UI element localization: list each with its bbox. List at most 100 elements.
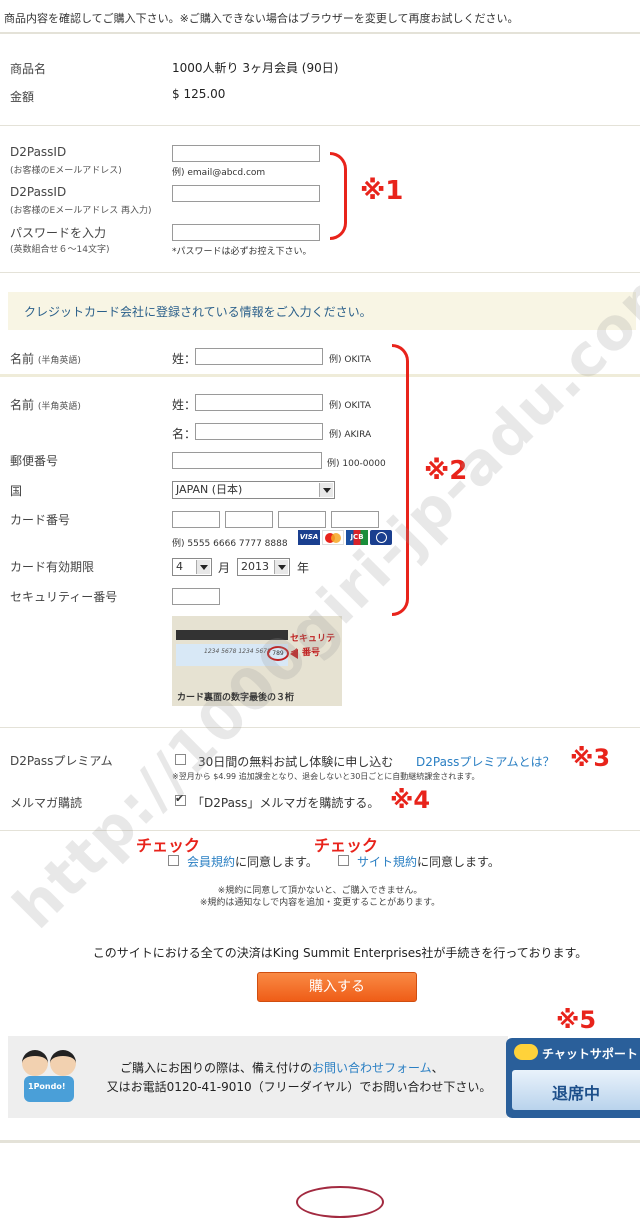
expiry-label: カード有効期限 xyxy=(10,560,95,574)
password-input[interactable] xyxy=(172,224,320,241)
expiry-month-select[interactable]: 4 xyxy=(172,558,212,576)
annotation-1: ※1 xyxy=(360,176,404,206)
help-box xyxy=(8,1036,508,1118)
cvv-input[interactable] xyxy=(172,588,220,605)
member-terms-row: 会員規約に同意します。 xyxy=(187,853,318,870)
premium-checkbox[interactable] xyxy=(175,754,186,765)
member-terms-checkbox[interactable] xyxy=(168,855,179,866)
d2passid-confirm-sublabel: (お客様のEメールアドレス 再入力) xyxy=(10,206,152,216)
password-label: パスワードを入力 xyxy=(10,226,107,240)
card-mei-hint: 例) AKIRA xyxy=(329,430,372,440)
card-sei-label: 姓： xyxy=(172,398,197,412)
product-name-value: 1000人斬り 3ヶ月会員 (90日) xyxy=(172,61,339,75)
product-price-value: $ 125.00 xyxy=(172,87,226,101)
chat-support-title: チャットサポート xyxy=(542,1047,638,1061)
password-sublabel: (英数組合せ６〜14文字) xyxy=(10,245,110,255)
premium-note: ※翌月から $4.99 追加課金となり、退会しないと30日ごとに自動継続課金され… xyxy=(172,772,480,781)
mascot-image: 1Pondo! xyxy=(18,1046,82,1108)
d2passid-label: D2PassID xyxy=(10,145,67,159)
chevron-down-icon xyxy=(196,560,210,574)
diners-logo-icon xyxy=(370,530,392,545)
card-mei-input[interactable] xyxy=(195,423,323,440)
visa-logo-icon: VISA xyxy=(298,530,320,545)
footer-logo xyxy=(296,1186,384,1218)
country-select[interactable]: JAPAN (日本) xyxy=(172,481,335,499)
expiry-year-value: 2013 xyxy=(241,560,269,573)
chat-bubble-icon xyxy=(514,1044,538,1060)
annotation-bracket-2 xyxy=(392,344,409,616)
cvv-img-label-2: 番号 xyxy=(302,648,321,658)
name-top-label: 名前 (半角英語) xyxy=(10,350,81,367)
help-text-1a: ご購入にお困りの際は、備え付けの xyxy=(120,1061,313,1075)
card-info-banner-text: クレジットカード会社に登録されている情報をご入力ください。 xyxy=(24,305,372,319)
mastercard-logo-icon xyxy=(322,530,344,545)
name-top-sublabel: (半角英語) xyxy=(37,356,81,366)
card-name-label-text: 名前 xyxy=(10,398,35,412)
card-number-input-4[interactable] xyxy=(331,511,379,528)
mailmag-text: 「D2Pass」メルマガを購読する。 xyxy=(192,796,380,810)
expiry-year-unit: 年 xyxy=(297,561,310,575)
contact-form-link[interactable]: お問い合わせフォーム xyxy=(312,1061,432,1075)
card-back-stripe xyxy=(176,630,288,640)
buy-button[interactable]: 購入する xyxy=(257,972,417,1002)
divider xyxy=(0,32,640,34)
name-top-sei: 姓： xyxy=(172,352,197,366)
premium-text: 30日間の無料お試し体験に申し込む xyxy=(198,755,394,769)
settlement-text: このサイトにおける全ての決済はKing Summit Enterprises社が… xyxy=(92,946,588,960)
checkmark-icon: ✔ xyxy=(175,792,185,805)
product-name-label: 商品名 xyxy=(10,62,47,76)
annotation-4: ※4 xyxy=(390,786,431,814)
cvv-help-image: 1234 5678 1234 5678 789 セキュリティ 番号 カード裏面の… xyxy=(172,616,342,706)
d2passid-hint: 例) email@abcd.com xyxy=(172,168,266,178)
card-number-input-1[interactable] xyxy=(172,511,220,528)
card-number-hint: 例) 5555 6666 7777 8888 xyxy=(172,539,288,549)
card-name-sublabel: (半角英語) xyxy=(37,402,81,412)
annotation-3: ※3 xyxy=(570,744,611,772)
divider xyxy=(0,374,640,377)
country-select-value: JAPAN (日本) xyxy=(176,483,243,496)
expiry-month-value: 4 xyxy=(176,560,183,573)
help-line-2: 又はお電話0120-41-9010（フリーダイヤル）でお問い合わせ下さい。 xyxy=(106,1080,492,1094)
member-terms-agree: に同意します。 xyxy=(235,855,318,869)
divider xyxy=(0,125,640,126)
d2passid-sublabel: (お客様のEメールアドレス) xyxy=(10,166,122,176)
product-price-label: 金額 xyxy=(10,90,35,104)
diners-circle xyxy=(376,532,387,543)
zip-hint: 例) 100-0000 xyxy=(327,459,386,469)
divider xyxy=(0,830,640,831)
d2passid-confirm-label: D2PassID xyxy=(10,185,67,199)
d2passid-input[interactable] xyxy=(172,145,320,162)
terms-note-2: ※規約は通知なしで内容を追加・変更することがあります。 xyxy=(199,898,441,908)
card-number-input-3[interactable] xyxy=(278,511,326,528)
card-brand-logos: VISA JCB xyxy=(298,530,394,545)
zip-input[interactable] xyxy=(172,452,322,469)
card-name-label: 名前 (半角英語) xyxy=(10,396,81,413)
name-top-label-text: 名前 xyxy=(10,352,35,366)
name-top-sei-input[interactable] xyxy=(195,348,323,365)
annotation-2: ※2 xyxy=(424,456,468,486)
card-sei-input[interactable] xyxy=(195,394,323,411)
chevron-down-icon xyxy=(319,483,333,497)
site-terms-link[interactable]: サイト規約 xyxy=(357,855,417,869)
premium-info-link[interactable]: D2Passプレミアムとは？ xyxy=(416,753,555,770)
expiry-year-select[interactable]: 2013 xyxy=(237,558,290,576)
expiry-month-unit: 月 xyxy=(218,561,231,575)
chevron-down-icon xyxy=(274,560,288,574)
member-terms-link[interactable]: 会員規約 xyxy=(187,855,235,869)
card-back-digits: 1234 5678 1234 5678 xyxy=(204,648,271,655)
help-text-1b: 、 xyxy=(431,1061,444,1075)
mailmag-label: メルマガ購読 xyxy=(10,796,83,810)
card-number-input-2[interactable] xyxy=(225,511,273,528)
divider xyxy=(0,727,640,728)
mastercard-circle-orange xyxy=(331,533,341,543)
mascot-head-2 xyxy=(50,1050,76,1076)
premium-label: D2Passプレミアム xyxy=(10,754,113,768)
site-terms-checkbox[interactable] xyxy=(338,855,349,866)
annotation-5: ※5 xyxy=(556,1006,597,1034)
d2passid-confirm-input[interactable] xyxy=(172,185,320,202)
help-line-1: ご購入にお困りの際は、備え付けのお問い合わせフォーム、 xyxy=(120,1059,444,1076)
card-mei-label: 名： xyxy=(172,427,197,441)
mailmag-checkbox[interactable]: ✔ xyxy=(175,792,186,806)
country-label: 国 xyxy=(10,484,23,498)
chat-support-widget[interactable]: チャットサポート 退席中 xyxy=(506,1038,640,1118)
